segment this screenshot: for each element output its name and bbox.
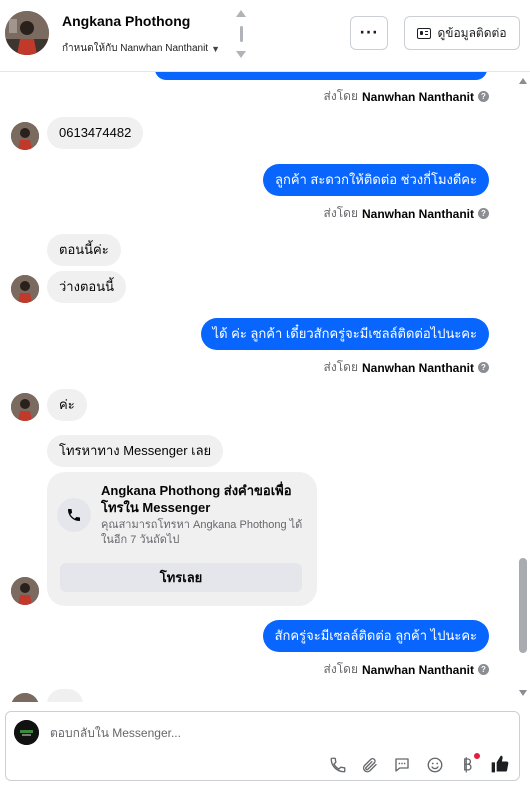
id-card-icon (417, 27, 432, 39)
sent-by-prefix: ส่งโดย (323, 206, 358, 220)
page-avatar (14, 720, 39, 745)
contact-avatar-small (11, 577, 39, 605)
info-icon[interactable]: ? (478, 664, 489, 675)
sent-by-prefix: ส่งโดย (323, 360, 358, 374)
message-bubble-out: ลูกค้า สะดวกให้ติดต่อ ช่วงกี่โมงดีคะ (262, 164, 489, 196)
conversation-navigator[interactable] (234, 10, 248, 58)
sent-by-line: ส่งโดย Nanwhan Nanthanit ? (324, 87, 489, 106)
contact-avatar-small (11, 693, 39, 702)
info-icon[interactable]: ? (478, 362, 489, 373)
saved-replies-icon[interactable] (392, 755, 412, 775)
notification-dot (474, 753, 480, 759)
sender-name: Nanwhan Nanthanit (361, 360, 474, 375)
sent-by-line: ส่งโดย Nanwhan Nanthanit ? (324, 660, 489, 679)
contact-avatar[interactable] (5, 11, 49, 55)
sent-by-prefix: ส่งโดย (323, 662, 358, 676)
chevron-up-icon[interactable] (236, 10, 246, 17)
attachment-icon[interactable] (360, 755, 380, 775)
message-bubble-out: ได้ ค่ะ ลูกค้า เดี๋ยวสักครู่จะมีเซลล์ติด… (200, 318, 489, 350)
assign-label: กำหนดให้กับ Nanwhan Nanthanit (62, 43, 209, 54)
contact-avatar-small (11, 393, 39, 421)
scrollbar-thumb[interactable] (519, 558, 527, 653)
message-bubble-in: ค่ะ (47, 389, 87, 421)
sender-name: Nanwhan Nanthanit (361, 206, 474, 221)
assign-dropdown[interactable]: กำหนดให้กับ Nanwhan Nanthanit ▼ (62, 41, 220, 56)
navigator-divider (239, 26, 243, 42)
thread-scrollbar[interactable] (516, 72, 530, 702)
sender-name: Nanwhan Nanthanit (361, 89, 474, 104)
message-bubble-in (47, 689, 83, 702)
call-now-button[interactable]: โทรเลย (60, 563, 302, 592)
scroll-up-arrow-icon[interactable] (519, 78, 527, 84)
chevron-down-icon[interactable] (236, 51, 246, 58)
message-bubble-out: สักครู่จะมีเซลล์ติดต่อ ลูกค้า ไปนะคะ (262, 620, 489, 652)
more-icon: ··· (359, 25, 379, 41)
message-bubble-in: โทรหาทาง Messenger เลย (47, 435, 224, 467)
conversation-header: Angkana Phothong กำหนดให้กับ Nanwhan Nan… (0, 0, 530, 72)
view-contact-button[interactable]: ดูข้อมูลติดต่อ (404, 16, 520, 50)
reply-composer (5, 711, 520, 781)
reply-input[interactable] (50, 726, 470, 740)
caret-down-icon: ▼ (211, 43, 221, 54)
view-contact-label: ดูข้อมูลติดต่อ (437, 25, 507, 40)
message-thread[interactable]: ส่งโดย Nanwhan Nanthanit ? 0613474482 ลู… (0, 72, 516, 702)
sent-by-line: ส่งโดย Nanwhan Nanthanit ? (324, 358, 489, 377)
message-bubble-out (155, 72, 487, 80)
contact-avatar-small (11, 275, 39, 303)
call-card-description: คุณสามารถโทรหา Angkana Phothong ได้ในอีก… (101, 519, 303, 546)
message-bubble-in: 0613474482 (47, 117, 144, 149)
call-request-card: Angkana Phothong ส่งคำขอเพื่อโทรใน Messe… (47, 472, 317, 606)
sent-by-prefix: ส่งโดย (323, 89, 358, 103)
thumbs-up-icon[interactable] (489, 753, 511, 775)
contact-name[interactable]: Angkana Phothong (62, 13, 190, 29)
message-bubble-in: ตอนนี้ค่ะ (47, 234, 121, 266)
call-card-title: Angkana Phothong ส่งคำขอเพื่อโทรใน Messe… (101, 483, 292, 515)
info-icon[interactable]: ? (478, 91, 489, 102)
info-icon[interactable]: ? (478, 208, 489, 219)
message-bubble-in: ว่างตอนนี้ (47, 271, 126, 303)
contact-avatar-small (11, 122, 39, 150)
sender-name: Nanwhan Nanthanit (361, 662, 474, 677)
phone-icon (57, 498, 91, 532)
scroll-down-arrow-icon[interactable] (519, 690, 527, 696)
more-button[interactable]: ··· (350, 16, 388, 50)
phone-icon[interactable] (328, 755, 348, 775)
sent-by-line: ส่งโดย Nanwhan Nanthanit ? (324, 204, 489, 223)
emoji-icon[interactable] (425, 755, 445, 775)
